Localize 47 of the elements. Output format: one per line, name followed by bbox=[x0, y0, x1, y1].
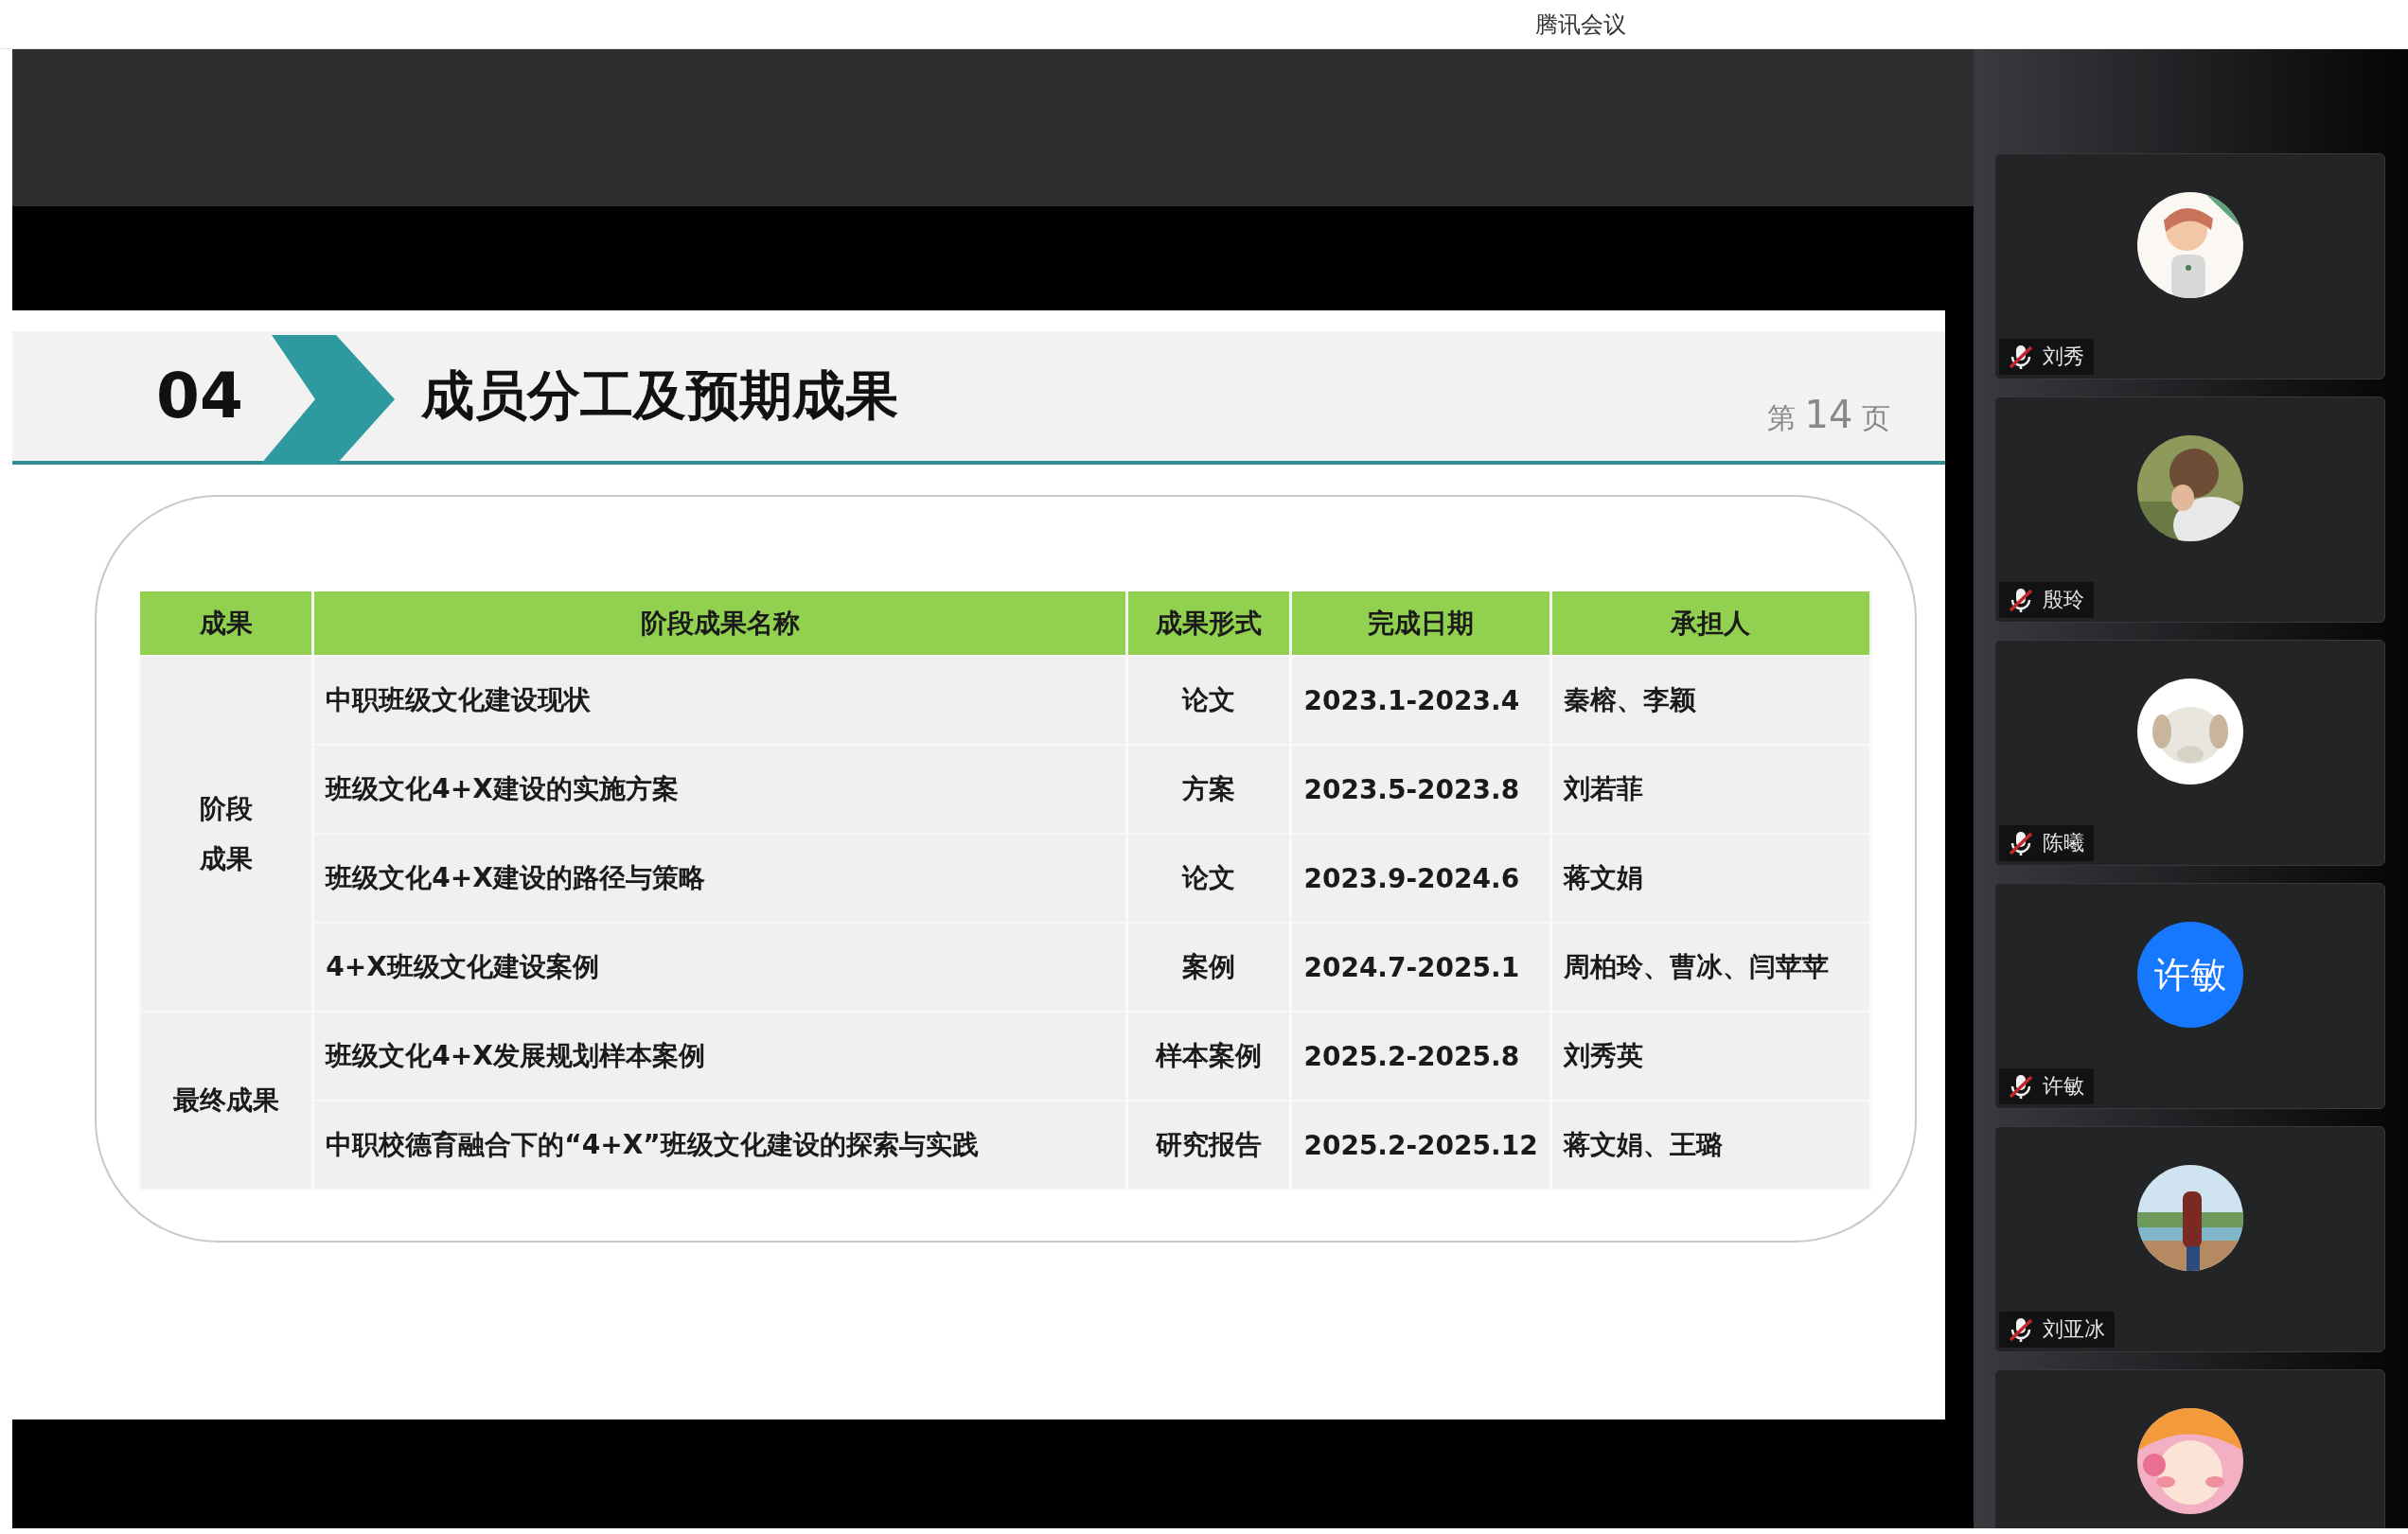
column-header: 承担人 bbox=[1550, 591, 1871, 656]
section-number: 04 bbox=[156, 360, 244, 432]
group-cell: 阶段成果 bbox=[140, 656, 313, 1012]
table-cell: 2023.5-2023.8 bbox=[1290, 745, 1551, 834]
video-tile[interactable]: 刘秀 bbox=[1994, 153, 2385, 379]
table-cell: 班级文化4+X建设的实施方案 bbox=[312, 745, 1127, 834]
table-cell: 中职校德育融合下的“4+X”班级文化建设的探索与实践 bbox=[312, 1101, 1127, 1190]
table-cell: 2023.1-2023.4 bbox=[1290, 656, 1551, 745]
table-cell: 班级文化4+X发展规划样本案例 bbox=[312, 1012, 1127, 1101]
table-cell: 中职班级文化建设现状 bbox=[312, 656, 1127, 745]
table-cell: 班级文化4+X建设的路径与策略 bbox=[312, 834, 1127, 923]
video-tile[interactable]: 刘亚冰 bbox=[1994, 1126, 2385, 1352]
table-cell: 4+X班级文化建设案例 bbox=[312, 923, 1127, 1012]
video-tile[interactable]: 殷玲 bbox=[1994, 397, 2385, 623]
column-header: 成果形式 bbox=[1126, 591, 1291, 656]
participant-name: 刘亚冰 bbox=[2043, 1316, 2105, 1343]
slide-title: 成员分工及预期成果 bbox=[421, 362, 898, 428]
table-cell: 案例 bbox=[1126, 923, 1291, 1012]
table-cell: 秦榕、李颖 bbox=[1550, 656, 1871, 745]
app-title: 腾讯会议 bbox=[1535, 9, 1626, 40]
table-cell: 论文 bbox=[1126, 834, 1291, 923]
table-cell: 2024.7-2025.1 bbox=[1290, 923, 1551, 1012]
video-tile[interactable]: 陈曦 bbox=[1994, 640, 2385, 866]
table-cell: 2025.2-2025.8 bbox=[1290, 1012, 1551, 1101]
video-tile[interactable]: 许敏 许敏 bbox=[1994, 883, 2385, 1109]
avatar: 许敏 bbox=[2136, 922, 2243, 1028]
table-cell: 刘秀英 bbox=[1550, 1012, 1871, 1101]
table-cell: 方案 bbox=[1126, 745, 1291, 834]
participant-name: 陈曦 bbox=[2043, 830, 2084, 856]
table-cell: 2025.2-2025.12 bbox=[1290, 1101, 1551, 1190]
participant-name: 殷玲 bbox=[2043, 587, 2084, 613]
group-cell: 最终成果 bbox=[140, 1012, 313, 1190]
table-cell: 样本案例 bbox=[1126, 1012, 1291, 1101]
table-cell: 蒋文娟 bbox=[1550, 834, 1871, 923]
participant-name: 许敏 bbox=[2043, 1073, 2084, 1100]
table-cell: 论文 bbox=[1126, 656, 1291, 745]
table-cell: 刘若菲 bbox=[1550, 745, 1871, 834]
table-cell: 2023.9-2024.6 bbox=[1290, 834, 1551, 923]
table-cell: 蒋文娟、王璐 bbox=[1550, 1101, 1871, 1190]
column-header: 阶段成果名称 bbox=[312, 591, 1127, 656]
column-header: 成果 bbox=[140, 591, 313, 656]
page-number: 第 14 页 bbox=[1767, 392, 1890, 438]
participant-name: 刘秀 bbox=[2043, 344, 2084, 370]
table-cell: 研究报告 bbox=[1126, 1101, 1291, 1190]
table-cell: 周柏玲、曹冰、闫苹苹 bbox=[1550, 923, 1871, 1012]
video-tile[interactable] bbox=[1994, 1369, 2385, 1528]
column-header: 完成日期 bbox=[1290, 591, 1551, 656]
